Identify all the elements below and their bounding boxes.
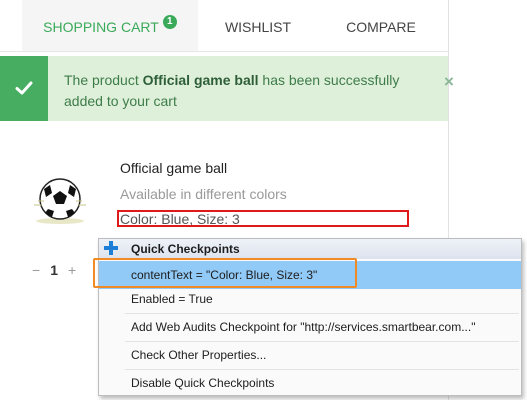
increase-quantity-button[interactable]: + (68, 262, 76, 278)
decrease-quantity-button[interactable]: − (32, 262, 40, 278)
highlight-frame (117, 210, 409, 227)
menu-item-label: Enabled = True (131, 292, 213, 306)
tab-wishlist[interactable]: WISHLIST (198, 0, 318, 51)
menu-item-label: Check Other Properties... (131, 348, 267, 362)
menu-item-label: Disable Quick Checkpoints (131, 376, 275, 390)
tab-wishlist-label: WISHLIST (224, 19, 292, 35)
quantity-value: 1 (50, 262, 58, 278)
quantity-stepper: −1 + (32, 262, 76, 278)
cart-count-badge: 1 (162, 15, 177, 29)
selection-highlight-frame (93, 258, 357, 288)
menu-item-label: Add Web Audits Checkpoint for "http://se… (131, 320, 476, 334)
tab-compare[interactable]: COMPARE (318, 0, 444, 51)
success-alert: The product Official game ball has been … (0, 56, 454, 121)
product-availability: Available in different colors (120, 186, 287, 202)
tab-shopping-cart-label: SHOPPING CART (43, 19, 159, 35)
soccer-ball-image (30, 175, 90, 225)
checkmark-icon (0, 56, 48, 121)
menu-item-disable[interactable]: Disable Quick Checkpoints (99, 369, 521, 397)
alert-text-before: The product (64, 72, 143, 88)
alert-product-name: Official game ball (142, 72, 259, 88)
menu-item-check-other[interactable]: Check Other Properties... (99, 341, 521, 369)
tab-bar: SHOPPING CART 1 WISHLIST COMPARE (0, 0, 448, 52)
menu-item-web-audits[interactable]: Add Web Audits Checkpoint for "http://se… (99, 313, 521, 341)
tab-shopping-cart[interactable]: SHOPPING CART 1 (22, 0, 198, 51)
menu-item-enabled[interactable]: Enabled = True (99, 285, 521, 313)
menu-title: Quick Checkpoints (131, 242, 240, 256)
alert-message: The product Official game ball has been … (64, 70, 404, 112)
tab-compare-label: COMPARE (346, 19, 416, 35)
product-name[interactable]: Official game ball (120, 160, 227, 176)
menu-header: Quick Checkpoints (99, 239, 521, 259)
close-icon[interactable]: × (444, 72, 454, 92)
